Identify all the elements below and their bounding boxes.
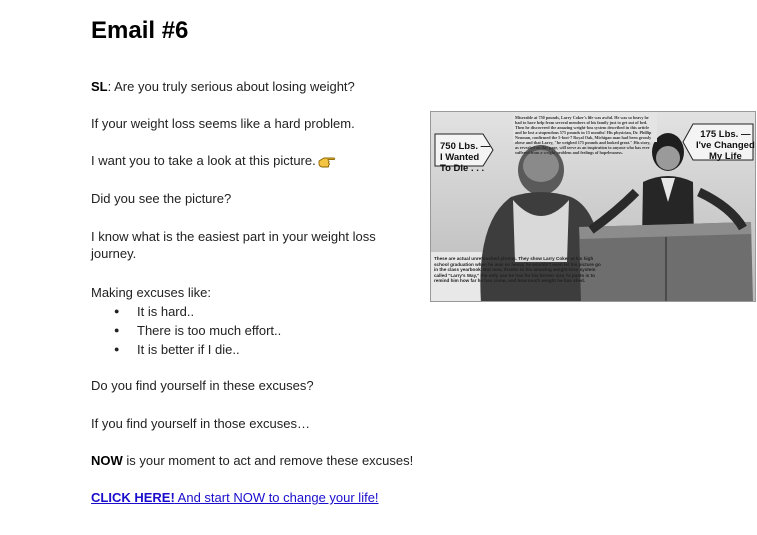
list-item: It is better if I die.. (114, 340, 281, 359)
before-after-photo: Miserable at 750 pounds, Larry Coker's l… (430, 111, 756, 302)
paragraph-did-you-see: Did you see the picture? (91, 191, 232, 206)
paragraph-find-yourself: Do you find yourself in these excuses? (91, 378, 314, 393)
excuse-list: It is hard.. There is too much effort.. … (91, 302, 281, 359)
paragraph-easiest-part: I know what is the easiest part in your … (91, 229, 376, 261)
paragraph-if-you-find: If you find yourself in those excuses… (91, 416, 310, 431)
photo-caption: These are actual unretouched photos. The… (434, 256, 601, 283)
paragraph-look-picture: I want you to take a look at this pictur… (91, 152, 336, 172)
subject-text: : Are you truly serious about losing wei… (107, 79, 355, 94)
paragraph-now: NOW is your moment to act and remove the… (91, 452, 413, 469)
email-page: Email #6 SL: Are you truly serious about… (0, 0, 757, 535)
subject-label: SL (91, 79, 108, 94)
list-item: It is hard.. (114, 302, 281, 321)
list-item: There is too much effort.. (114, 321, 281, 340)
cta-rest-text: And start NOW to change your life! (174, 490, 379, 505)
photo-article-text: Miserable at 750 pounds, Larry Coker's l… (515, 115, 652, 155)
click-here-link[interactable]: CLICK HERE! And start NOW to change your… (91, 490, 379, 505)
page-title: Email #6 (91, 17, 189, 44)
now-label: NOW (91, 453, 123, 468)
pointing-hand-icon (318, 155, 336, 172)
cta-bold-text: CLICK HERE! (91, 490, 175, 505)
paragraph-making-excuses: Making excuses like: (91, 285, 211, 300)
subject-line: SL: Are you truly serious about losing w… (91, 78, 355, 95)
look-picture-text: I want you to take a look at this pictur… (91, 153, 316, 168)
cta-paragraph: CLICK HERE! And start NOW to change your… (91, 489, 379, 506)
callout-before: 750 Lbs. — I Wanted To Die . . . (440, 141, 491, 174)
paragraph-hard-problem: If your weight loss seems like a hard pr… (91, 116, 355, 131)
callout-after: 175 Lbs. — I've Changed My Life (696, 129, 755, 162)
now-text: is your moment to act and remove these e… (122, 453, 414, 468)
